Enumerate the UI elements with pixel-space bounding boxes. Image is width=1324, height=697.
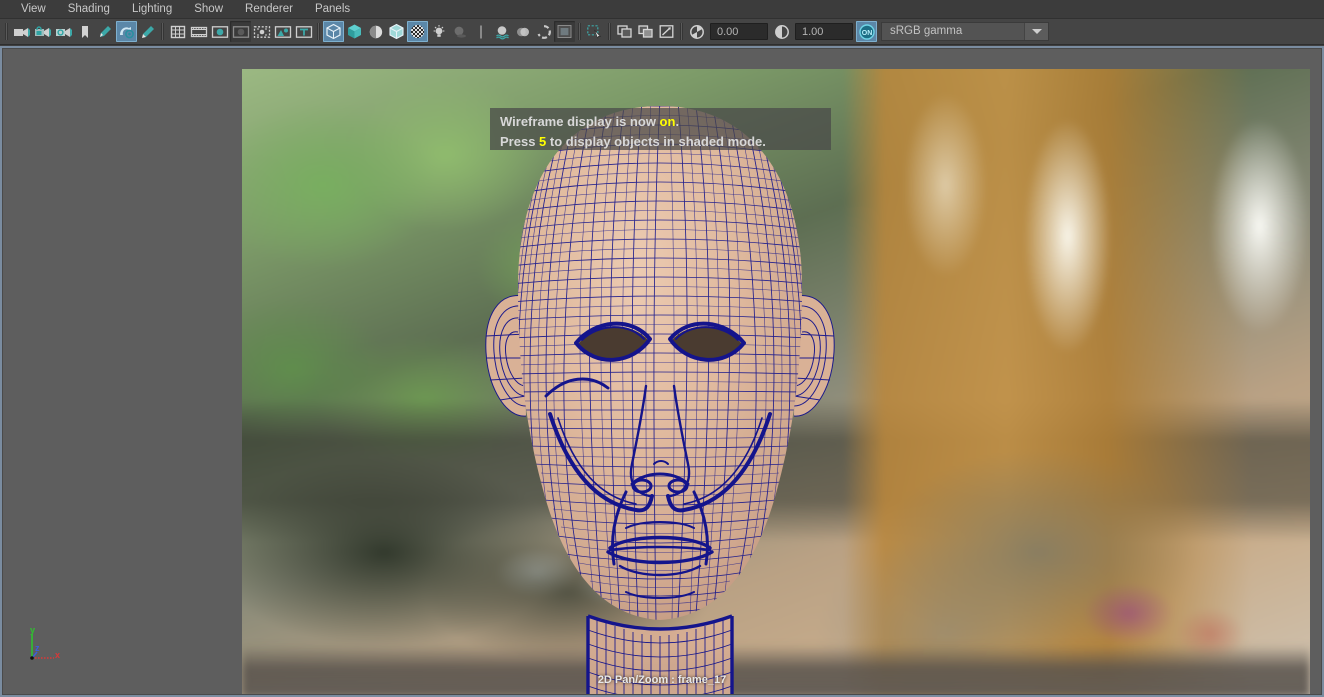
maya-viewport-window: View Shading Lighting Show Renderer Pane… (0, 0, 1324, 697)
gate-mask-icon[interactable] (230, 21, 251, 42)
shadows-icon[interactable] (449, 21, 470, 42)
exposure-input[interactable] (710, 23, 768, 40)
two-sided-lighting-icon[interactable] (470, 21, 491, 42)
brush-icon[interactable] (137, 21, 158, 42)
toolbar-separator (317, 23, 320, 40)
xray-joints-icon[interactable] (635, 21, 656, 42)
wireframe-icon[interactable] (323, 21, 344, 42)
svg-text:x: x (55, 650, 60, 660)
hud-line1-post: . (675, 114, 680, 129)
svg-text:y: y (30, 625, 35, 635)
xray-active-components-icon[interactable] (656, 21, 677, 42)
use-default-lighting-icon[interactable] (428, 21, 449, 42)
exposure-icon[interactable] (686, 21, 707, 42)
hud-line2-post: to display objects in shaded mode. (546, 134, 766, 149)
toolbar-separator (161, 23, 164, 40)
hud-line2-pre: Press (500, 134, 540, 149)
toolbar-separator (608, 23, 611, 40)
svg-text:z: z (35, 643, 40, 653)
texture-icon[interactable] (491, 21, 512, 42)
hud-line1-highlight: on (659, 114, 676, 129)
menubar: View Shading Lighting Show Renderer Pane… (0, 0, 1324, 19)
bookmark-icon[interactable] (74, 21, 95, 42)
smooth-shade-selected-icon[interactable] (365, 21, 386, 42)
menu-show[interactable]: Show (183, 0, 234, 19)
select-camera-icon[interactable] (11, 21, 32, 42)
hud-line1-pre: Wireframe display is now (500, 114, 660, 129)
grid-icon[interactable] (167, 21, 188, 42)
hud-line-2: Press 5 to display objects in shaded mod… (500, 132, 831, 152)
isolate-select-icon[interactable] (584, 21, 605, 42)
hud-line-1: Wireframe display is now on. (500, 112, 831, 132)
gamma-input[interactable] (795, 23, 853, 40)
colorspace-dropdown[interactable]: sRGB gamma (881, 22, 1049, 41)
xray-icon[interactable] (614, 21, 635, 42)
smooth-shade-all-icon[interactable] (344, 21, 365, 42)
toolbar-separator (578, 23, 581, 40)
lock-camera-icon[interactable] (32, 21, 53, 42)
screen-space-ambient-occlusion-icon[interactable] (512, 21, 533, 42)
head-wireframe-mesh[interactable] (450, 96, 870, 697)
colorspace-value: sRGB gamma (890, 25, 963, 37)
multisample-anti-aliasing-icon[interactable] (554, 21, 575, 42)
viewport-toolbar: ON sRGB gamma (0, 19, 1324, 45)
safe-action-icon[interactable] (272, 21, 293, 42)
flat-shade-icon[interactable] (386, 21, 407, 42)
ipr-render-icon[interactable] (116, 21, 137, 42)
color-management-icon[interactable]: ON (856, 21, 877, 42)
safe-title-icon[interactable] (293, 21, 314, 42)
paint-effects-icon[interactable] (95, 21, 116, 42)
toolbar-separator (5, 23, 8, 40)
svg-text:ON: ON (861, 30, 872, 37)
viewport-3d[interactable]: Wireframe display is now on. Press 5 to … (0, 46, 1324, 697)
viewport-caption: 2D Pan/Zoom : frame_17 (597, 674, 727, 686)
menu-renderer[interactable]: Renderer (234, 0, 304, 19)
chevron-down-icon[interactable] (1024, 23, 1048, 40)
gamma-icon[interactable] (771, 21, 792, 42)
toolbar-separator (680, 23, 683, 40)
axis-gizmo: y x z (24, 624, 70, 669)
camera-attributes-icon[interactable] (53, 21, 74, 42)
menu-view[interactable]: View (10, 0, 57, 19)
motion-blur-icon[interactable] (533, 21, 554, 42)
menu-lighting[interactable]: Lighting (121, 0, 183, 19)
menu-shading[interactable]: Shading (57, 0, 121, 19)
hud-message: Wireframe display is now on. Press 5 to … (490, 108, 831, 150)
wireframe-on-shaded-icon[interactable] (407, 21, 428, 42)
resolution-gate-icon[interactable] (209, 21, 230, 42)
menu-panels[interactable]: Panels (304, 0, 361, 19)
field-chart-icon[interactable] (251, 21, 272, 42)
film-gate-icon[interactable] (188, 21, 209, 42)
